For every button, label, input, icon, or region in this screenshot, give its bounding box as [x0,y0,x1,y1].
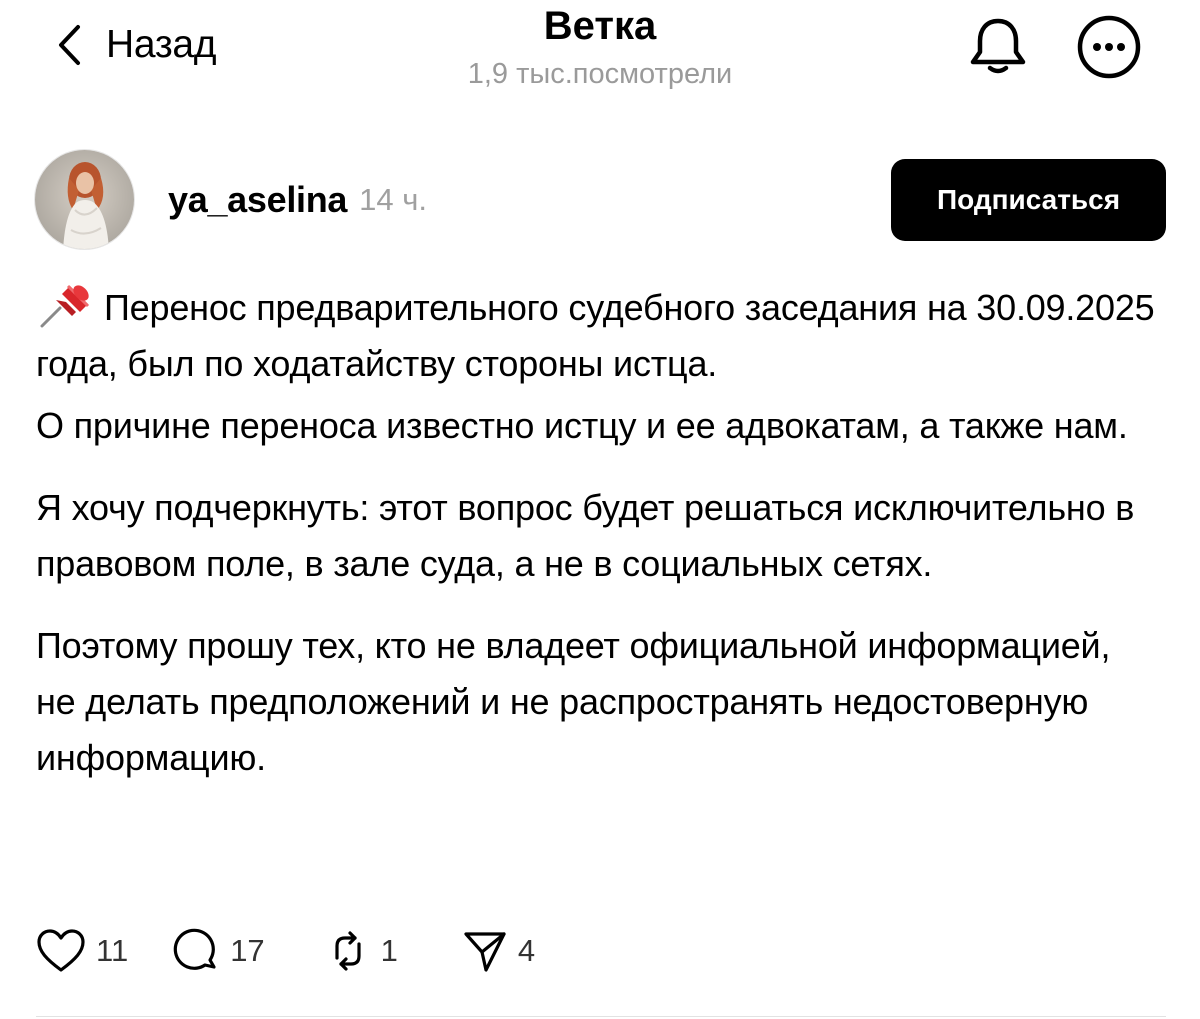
author-line: ya_aselina 14 ч. [168,178,427,222]
back-button[interactable]: Назад [56,20,217,70]
subscribe-button[interactable]: Подписаться [891,159,1166,241]
post-paragraph: О причине переноса известно истцу и ее а… [36,405,1128,446]
notifications-button[interactable] [966,14,1030,78]
pushpin-icon [36,280,96,328]
more-options-icon [1077,15,1141,79]
send-icon [464,932,506,972]
username[interactable]: ya_aselina [168,179,347,221]
avatar-image [35,150,134,249]
more-options-button[interactable] [1076,14,1142,80]
share-button[interactable]: 4 [462,928,535,974]
post-paragraph: Я хочу подчеркнуть: этот вопрос будет ре… [36,487,1135,584]
post-time: 14 ч. [359,182,428,217]
page-title: Ветка [543,4,657,48]
chevron-left-icon [59,25,80,65]
views-count: 1,9 тыс.посмотрели [467,58,733,90]
comments-count: 17 [230,933,265,968]
post-paragraph: Поэтому прошу тех, кто не владеет официа… [36,625,1111,778]
comment-icon [173,928,216,970]
post-paragraph-text: Перенос предварительного судебного засед… [36,287,1155,384]
like-button[interactable]: 11 [36,928,128,974]
comment-button[interactable]: 17 [172,927,265,975]
repost-icon [335,931,361,971]
post-body: Перенос предварительного судебного засед… [36,280,1156,786]
reposts-count: 1 [380,933,398,968]
divider [36,1016,1166,1017]
heart-icon [37,929,85,972]
post-paragraph: Перенос предварительного судебного засед… [36,280,1156,392]
header-title-block: Ветка 1,9 тыс.посмотрели [400,0,800,92]
repost-button[interactable]: 1 [325,928,398,974]
likes-count: 11 [96,933,129,968]
avatar[interactable] [34,149,135,250]
post-actions: 11 17 1 4 [36,925,535,977]
shares-count: 4 [517,933,536,968]
bell-icon [970,18,1026,74]
back-label: Назад [106,23,217,66]
